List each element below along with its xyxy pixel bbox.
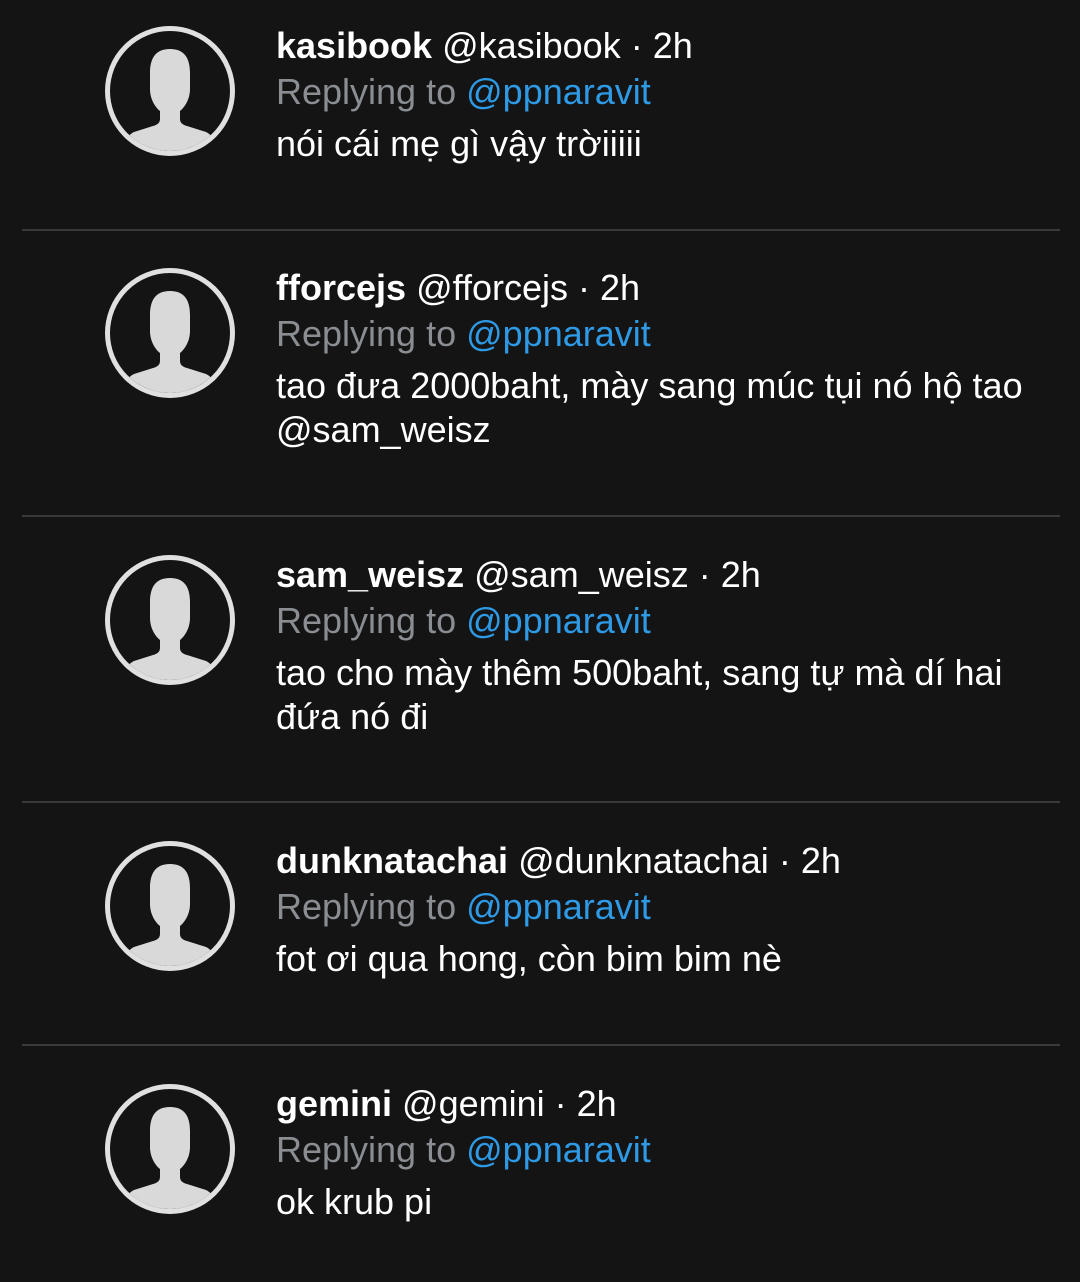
divider [22,1044,1060,1046]
user-handle[interactable]: @sam_weisz [474,554,689,595]
person-silhouette-icon [127,1107,213,1209]
replying-to-line: Replying to @ppnaravit [276,310,1058,358]
reply-text: fot ơi qua hong, còn bim bim nè [276,938,782,979]
meta-separator: · [630,25,643,66]
display-name[interactable]: gemini [276,1083,392,1124]
avatar[interactable] [105,26,235,156]
replying-to-mention[interactable]: @ppnaravit [466,600,651,641]
user-handle[interactable]: @dunknatachai [518,840,769,881]
replying-to-mention[interactable]: @ppnaravit [466,71,651,112]
person-silhouette-icon [127,291,213,393]
reply-content: dunknatachai @dunknatachai · 2h Replying… [276,839,1058,981]
display-name[interactable]: sam_weisz [276,554,464,595]
reply-header: gemini @gemini · 2h [276,1082,1058,1126]
display-name[interactable]: fforcejs [276,267,406,308]
person-silhouette-icon [127,864,213,966]
reply-header: sam_weisz @sam_weisz · 2h [276,553,1058,597]
avatar[interactable] [105,1084,235,1214]
replies-feed: kasibook @kasibook · 2h Replying to @ppn… [0,0,1080,1282]
meta-separator: · [554,1083,567,1124]
display-name[interactable]: kasibook [276,25,432,66]
avatar[interactable] [105,841,235,971]
reply-content: fforcejs @fforcejs · 2h Replying to @ppn… [276,266,1058,452]
replying-to-line: Replying to @ppnaravit [276,68,1058,116]
replying-to-line: Replying to @ppnaravit [276,1126,1058,1174]
timestamp: 2h [600,267,641,308]
reply-content: gemini @gemini · 2h Replying to @ppnarav… [276,1082,1058,1224]
replying-to-label: Replying to [276,313,457,354]
user-handle[interactable]: @kasibook [442,25,621,66]
divider [22,229,1060,231]
person-silhouette-icon [127,49,213,151]
meta-separator: · [698,554,711,595]
timestamp: 2h [720,554,761,595]
avatar[interactable] [105,268,235,398]
meta-separator: · [778,840,791,881]
reply-header: fforcejs @fforcejs · 2h [276,266,1058,310]
reply-text: tao đưa 2000baht, mày sang múc tụi nó hộ… [276,365,1023,450]
divider [22,515,1060,517]
reply-header: kasibook @kasibook · 2h [276,24,1058,68]
replying-to-label: Replying to [276,886,457,927]
meta-separator: · [578,267,591,308]
person-silhouette-icon [127,578,213,680]
timestamp: 2h [800,840,841,881]
replying-to-label: Replying to [276,1129,457,1170]
timestamp: 2h [576,1083,617,1124]
divider [22,801,1060,803]
replying-to-mention[interactable]: @ppnaravit [466,886,651,927]
avatar[interactable] [105,555,235,685]
reply-text: tao cho mày thêm 500baht, sang tự mà dí … [276,652,1003,737]
reply-content: kasibook @kasibook · 2h Replying to @ppn… [276,24,1058,166]
user-handle[interactable]: @fforcejs [416,267,568,308]
replying-to-line: Replying to @ppnaravit [276,597,1058,645]
replying-to-label: Replying to [276,71,457,112]
reply-content: sam_weisz @sam_weisz · 2h Replying to @p… [276,553,1058,739]
timestamp: 2h [652,25,693,66]
reply-text: nói cái mẹ gì vậy trờiiiii [276,123,642,164]
display-name[interactable]: dunknatachai [276,840,508,881]
replying-to-mention[interactable]: @ppnaravit [466,1129,651,1170]
reply-text: ok krub pi [276,1181,433,1222]
replying-to-label: Replying to [276,600,457,641]
user-handle[interactable]: @gemini [402,1083,545,1124]
reply-header: dunknatachai @dunknatachai · 2h [276,839,1058,883]
replying-to-mention[interactable]: @ppnaravit [466,313,651,354]
replying-to-line: Replying to @ppnaravit [276,883,1058,931]
